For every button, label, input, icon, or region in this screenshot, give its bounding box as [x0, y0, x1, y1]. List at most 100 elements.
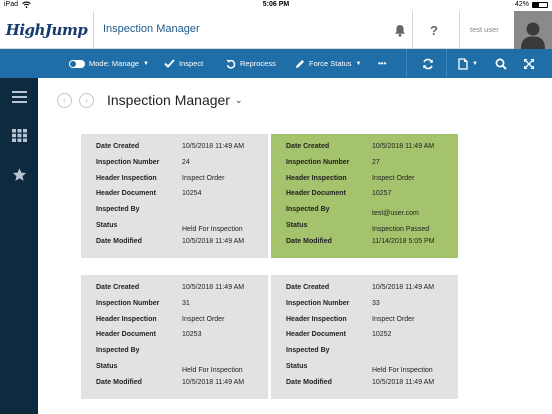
field-status: Status Held For Inspection	[286, 363, 458, 379]
field-value: 11/14/2018 5:05 PM	[372, 237, 435, 245]
field-label: Inspection Number	[96, 299, 160, 307]
field-value: 10254	[182, 190, 202, 198]
page-title-dropdown[interactable]: Inspection Manager ⌄	[107, 92, 243, 108]
avatar-icon	[521, 22, 545, 49]
highjump-logo: HighJump	[5, 21, 88, 39]
field-header-inspection: Header Inspection Inspect Order	[286, 316, 458, 332]
back-button[interactable]: ‹	[57, 93, 72, 108]
inspection-card[interactable]: Date Created 10/5/2018 11:49 AM Inspection…	[271, 275, 458, 399]
header-divider	[459, 11, 460, 49]
field-status: Status Held For Inspection	[96, 222, 268, 238]
inspection-card[interactable]: Date Created 10/5/2018 11:49 AM Inspection…	[81, 275, 268, 399]
field-value: 10/5/2018 11:49 AM	[372, 143, 435, 150]
field-value: 10252	[372, 331, 392, 339]
force-status-dropdown[interactable]: Force Status ▼	[295, 49, 361, 78]
hamburger-icon	[11, 91, 27, 103]
reprocess-label: Reprocess	[240, 59, 276, 68]
field-value: 10/5/2018 11:49 AM	[372, 378, 435, 386]
field-label: Date Modified	[96, 378, 142, 386]
sidebar-item-apps[interactable]	[0, 120, 38, 150]
chevron-down-icon: ⌄	[234, 94, 243, 105]
field-label: Header Document	[286, 331, 346, 339]
caret-down-icon: ▼	[355, 60, 362, 67]
field-value: Inspect Order	[372, 315, 415, 323]
field-inspected-by: Inspected By	[286, 347, 458, 363]
field-inspection-number: Inspection Number 27	[286, 159, 458, 175]
more-button[interactable]: •••	[378, 49, 386, 78]
field-label: Header Inspection	[286, 174, 347, 182]
refresh-button[interactable]	[422, 49, 434, 78]
field-label: Date Created	[286, 143, 330, 150]
field-date-modified: Date Modified 10/5/2018 11:49 AM	[96, 379, 268, 395]
field-label: Header Inspection	[96, 315, 157, 323]
app-title: Inspection Manager	[103, 23, 200, 35]
expand-button[interactable]	[523, 49, 535, 78]
star-icon	[12, 168, 26, 181]
field-value: 33	[372, 299, 380, 307]
force-status-label: Force Status	[309, 59, 352, 68]
search-button[interactable]	[495, 49, 507, 78]
inspection-card[interactable]: Date Created 10/5/2018 11:49 AM Inspection…	[271, 134, 458, 258]
field-label: Date Created	[96, 143, 140, 150]
field-label: Status	[286, 362, 308, 370]
field-label: Date Modified	[96, 237, 142, 245]
sidebar	[0, 78, 38, 414]
inspect-button[interactable]: Inspect	[164, 49, 203, 78]
notifications-button[interactable]	[391, 21, 409, 39]
reprocess-button[interactable]: Reprocess	[226, 49, 276, 78]
sidebar-item-favorites[interactable]	[0, 160, 38, 190]
field-value: Inspect Order	[182, 315, 225, 323]
field-label: Inspection Number	[286, 158, 350, 166]
field-value: 10/5/2018 11:49 AM	[182, 143, 245, 150]
mode-dropdown[interactable]: Mode: Manage ▼	[69, 49, 149, 78]
field-label: Header Inspection	[286, 315, 347, 323]
forward-button[interactable]: ›	[79, 93, 94, 108]
toolbar: Mode: Manage ▼ Inspect Reprocess Force S…	[0, 49, 552, 78]
caret-down-icon: ▼	[472, 60, 478, 67]
app-header: HighJump Inspection Manager ? test user	[0, 11, 552, 49]
field-date-created: Date Created 10/5/2018 11:49 AM	[96, 284, 268, 300]
field-header-document: Header Document 10252	[286, 331, 458, 347]
field-label: Inspected By	[286, 206, 330, 214]
question-icon: ?	[430, 22, 438, 38]
inspect-label: Inspect	[179, 59, 204, 68]
field-header-document: Header Document 10253	[96, 331, 268, 347]
document-dropdown[interactable]: ▼	[458, 49, 478, 78]
undo-icon	[226, 59, 236, 69]
sidebar-menu-button[interactable]	[0, 82, 38, 112]
inspection-card[interactable]: Date Created 10/5/2018 11:49 AM Inspection…	[81, 134, 268, 258]
field-label: Inspected By	[286, 347, 330, 355]
field-inspection-number: Inspection Number 24	[96, 159, 268, 175]
field-value: 10253	[182, 331, 202, 339]
field-value: Inspect Order	[182, 174, 225, 182]
field-inspection-number: Inspection Number 31	[96, 300, 268, 316]
battery-percent: 42%	[514, 1, 529, 8]
field-value: 10257	[372, 190, 392, 198]
field-date-created: Date Created 10/5/2018 11:49 AM	[286, 284, 458, 300]
field-inspection-number: Inspection Number 33	[286, 300, 458, 316]
field-label: Inspection Number	[96, 158, 160, 166]
checkmark-icon	[164, 59, 175, 68]
field-value: Held For Inspection	[182, 366, 243, 374]
field-label: Date Modified	[286, 237, 332, 245]
field-inspected-by: Inspected By	[96, 347, 268, 363]
field-value: 10/5/2018 11:49 AM	[182, 284, 245, 291]
field-label: Inspected By	[96, 206, 140, 214]
field-value: Inspection Passed	[372, 225, 430, 233]
status-right: 42%	[515, 1, 548, 8]
expand-icon	[524, 58, 534, 69]
field-label: Header Inspection	[96, 174, 157, 182]
grid-icon	[11, 128, 27, 142]
chevron-left-icon: ‹	[63, 95, 66, 105]
field-label: Header Document	[96, 331, 156, 339]
refresh-icon	[423, 58, 433, 69]
username[interactable]: test user	[470, 25, 499, 34]
field-date-created: Date Created 10/5/2018 11:49 AM	[96, 143, 268, 159]
help-button[interactable]: ?	[425, 21, 443, 39]
device-status-bar: iPad 5:06 PM 42%	[0, 0, 552, 11]
field-header-inspection: Header Inspection Inspect Order	[96, 316, 268, 332]
logo-area[interactable]: HighJump	[0, 11, 94, 49]
field-value: Held For Inspection	[372, 366, 433, 374]
field-date-modified: Date Modified 10/5/2018 11:49 AM	[96, 238, 268, 254]
user-avatar[interactable]	[514, 11, 552, 49]
